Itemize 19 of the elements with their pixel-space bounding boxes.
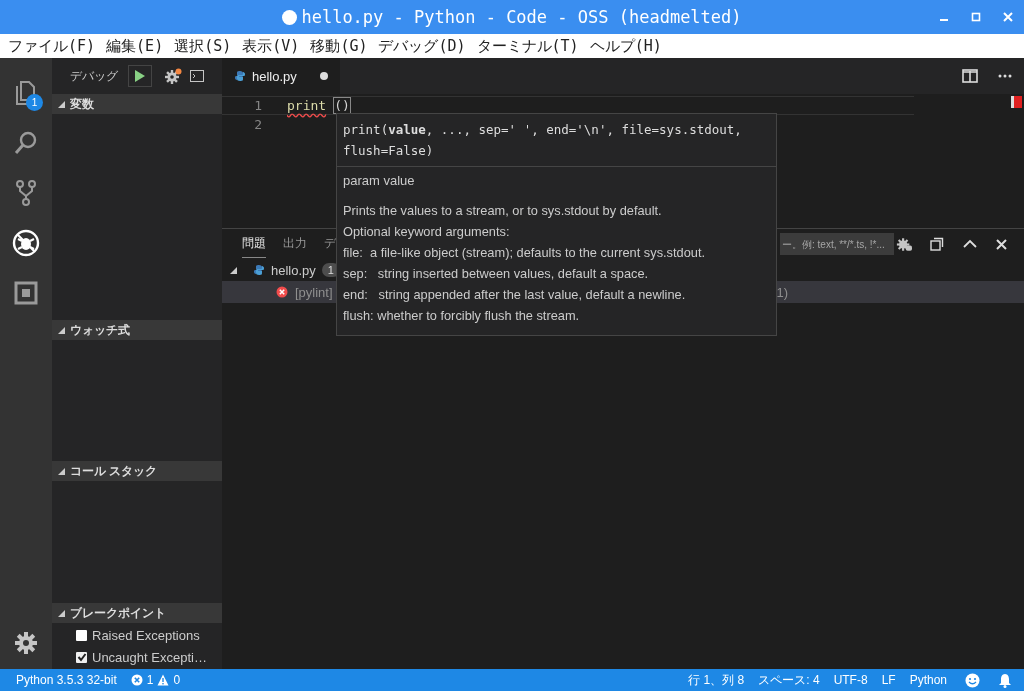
breakpoint-label: Uncaught Excepti… xyxy=(92,649,207,665)
code-token: () xyxy=(334,98,350,113)
doc-line: Prints the values to a stream, or to sys.stdout by default. xyxy=(343,202,663,220)
doc-line: end: string appended after the last value, default a newline. xyxy=(343,286,687,304)
problem-location: 1) xyxy=(776,284,789,300)
param-label: param value xyxy=(343,172,416,190)
doc-line: sep: string inserted between values, default a space. xyxy=(343,265,650,283)
breakpoint-label: Raised Exceptions xyxy=(92,627,200,643)
doc-line: file: a file-like object (stream); defaults to the current sys.stdout. xyxy=(343,244,707,262)
doc-line: Optional keyword arguments: xyxy=(343,223,511,241)
code-token: print xyxy=(287,98,327,113)
window-title: hello.py - Python - Code - OSS (headmelted) xyxy=(301,7,742,27)
problem-source: [pylint] xyxy=(295,284,333,300)
line-number: 2 xyxy=(253,117,262,132)
debug-label: デバッグ xyxy=(70,67,118,85)
doc-line: flush: whether to forcibly flush the stream. xyxy=(343,307,581,325)
count-badge: 1 xyxy=(26,94,43,111)
line-number: 1 xyxy=(253,98,262,113)
signature-text: print(value, ..., sep=' ', end='\n', file=sys.stdout, flush=False) xyxy=(337,114,776,167)
